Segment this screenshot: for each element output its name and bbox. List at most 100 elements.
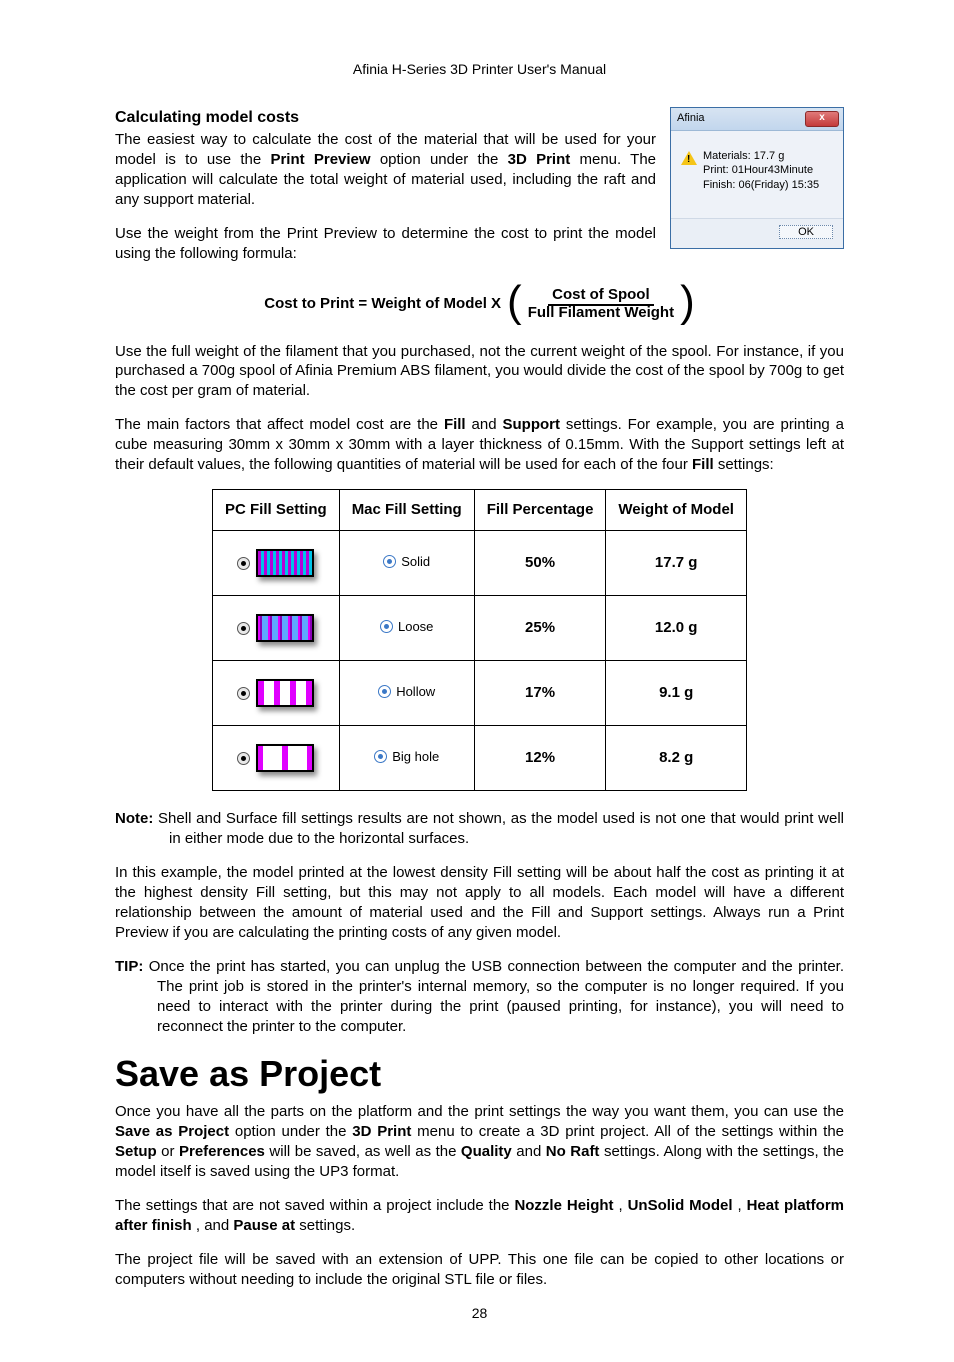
text-bold: UnSolid Model — [628, 1197, 733, 1214]
text-bold: Fill — [692, 456, 714, 473]
pc-fill-swatch — [237, 549, 314, 577]
paragraph: Use the full weight of the filament that… — [115, 342, 844, 402]
table-header-row: PC Fill Setting Mac Fill Setting Fill Pe… — [213, 490, 747, 531]
weight: 12.0 g — [655, 619, 698, 636]
dialog-line: Finish: 06(Friday) 15:35 — [703, 178, 819, 193]
text-bold: Fill — [444, 416, 466, 433]
table-row: Big hole 12% 8.2 g — [213, 726, 747, 791]
text-bold: Pause at — [233, 1217, 295, 1234]
text: The main factors that affect model cost … — [115, 416, 444, 433]
fill-pct: 12% — [525, 749, 555, 766]
fill-pct: 25% — [525, 619, 555, 636]
text: and — [516, 1143, 546, 1160]
fill-pattern-icon — [256, 744, 314, 772]
text: and — [472, 416, 503, 433]
mac-fill-option: Hollow — [378, 683, 435, 700]
radio-icon — [380, 620, 393, 633]
fill-pct: 17% — [525, 684, 555, 701]
text-bold: Support — [502, 416, 560, 433]
text: Solid — [401, 553, 430, 570]
weight: 9.1 g — [659, 684, 693, 701]
text-bold: 3D Print — [508, 151, 571, 168]
dialog-line: Print: 01Hour43Minute — [703, 163, 819, 178]
paragraph: In this example, the model printed at th… — [115, 863, 844, 943]
paragraph: The project file will be saved with an e… — [115, 1250, 844, 1290]
text-bold: Print Preview — [270, 151, 370, 168]
text: option under the — [235, 1123, 352, 1140]
mac-fill-option: Loose — [380, 618, 433, 635]
col-fill-pct: Fill Percentage — [474, 490, 606, 531]
paragraph: The main factors that affect model cost … — [115, 415, 844, 475]
text: , — [737, 1197, 746, 1214]
fill-pct: 50% — [525, 554, 555, 571]
text-bold: Preferences — [179, 1143, 265, 1160]
paragraph: The settings that are not saved within a… — [115, 1196, 844, 1236]
text-bold: Nozzle Height — [514, 1197, 613, 1214]
text: Loose — [398, 618, 433, 635]
paren-close-icon: ) — [680, 282, 695, 322]
text: The settings that are not saved within a… — [115, 1197, 514, 1214]
formula-left: Cost to Print = Weight of Model X — [264, 294, 501, 314]
radio-icon — [237, 687, 250, 700]
print-preview-dialog: Afinia x Materials: 17.7 g Print: 01Hour… — [670, 107, 844, 250]
mac-fill-option: Big hole — [374, 748, 439, 765]
page-number: 28 — [115, 1304, 844, 1323]
text: Hollow — [396, 683, 435, 700]
text: Once the print has started, you can unpl… — [143, 958, 844, 1035]
formula-fraction: Cost of Spool Full Filament Weight — [528, 286, 674, 321]
weight: 8.2 g — [659, 749, 693, 766]
text: option under the — [380, 151, 508, 168]
radio-icon — [383, 555, 396, 568]
text-bold: Setup — [115, 1143, 157, 1160]
col-weight: Weight of Model — [606, 490, 747, 531]
text: settings. — [299, 1217, 355, 1234]
text: or — [161, 1143, 179, 1160]
radio-icon — [378, 685, 391, 698]
note-paragraph: Note: Shell and Surface fill settings re… — [115, 809, 844, 849]
page-header: Afinia H-Series 3D Printer User's Manual — [115, 60, 844, 79]
close-icon[interactable]: x — [805, 111, 839, 127]
table-row: Loose 25% 12.0 g — [213, 596, 747, 661]
fill-pattern-icon — [256, 549, 314, 577]
weight: 17.7 g — [655, 554, 698, 571]
text: , and — [196, 1217, 234, 1234]
formula-denominator: Full Filament Weight — [528, 303, 674, 321]
pc-fill-swatch — [237, 744, 314, 772]
pc-fill-swatch — [237, 614, 314, 642]
ok-button[interactable]: OK — [779, 225, 833, 239]
col-mac-fill: Mac Fill Setting — [339, 490, 474, 531]
text: Big hole — [392, 748, 439, 765]
dialog-line: Materials: 17.7 g — [703, 149, 819, 164]
dialog-titlebar: Afinia x — [671, 108, 843, 131]
dialog-footer: OK — [671, 218, 843, 248]
dialog-body: Materials: 17.7 g Print: 01Hour43Minute … — [671, 131, 843, 219]
tip-paragraph: TIP: Once the print has started, you can… — [115, 957, 844, 1037]
col-pc-fill: PC Fill Setting — [213, 490, 340, 531]
text: will be saved, as well as the — [269, 1143, 461, 1160]
text: , — [618, 1197, 627, 1214]
radio-icon — [237, 752, 250, 765]
radio-icon — [374, 750, 387, 763]
text: Once you have all the parts on the platf… — [115, 1103, 844, 1120]
mac-fill-option: Solid — [383, 553, 430, 570]
fill-pattern-icon — [256, 679, 314, 707]
fill-pattern-icon — [256, 614, 314, 642]
tip-label: TIP: — [115, 958, 143, 975]
dialog-message: Materials: 17.7 g Print: 01Hour43Minute … — [703, 149, 819, 193]
section-heading-save-project: Save as Project — [115, 1050, 844, 1098]
table-row: Solid 50% 17.7 g — [213, 531, 747, 596]
text: menu to create a 3D print project. All o… — [417, 1123, 844, 1140]
text-bold: No Raft — [546, 1143, 600, 1160]
warning-icon — [681, 151, 697, 165]
paren-open-icon: ( — [507, 282, 522, 322]
text-bold: Save as Project — [115, 1123, 229, 1140]
text-bold: 3D Print — [352, 1123, 411, 1140]
text-bold: Quality — [461, 1143, 512, 1160]
radio-icon — [237, 622, 250, 635]
fill-settings-table: PC Fill Setting Mac Fill Setting Fill Pe… — [212, 489, 747, 791]
pc-fill-swatch — [237, 679, 314, 707]
paragraph: Once you have all the parts on the platf… — [115, 1102, 844, 1182]
table-row: Hollow 17% 9.1 g — [213, 661, 747, 726]
text: settings: — [718, 456, 774, 473]
text: Shell and Surface fill settings results … — [153, 810, 844, 847]
